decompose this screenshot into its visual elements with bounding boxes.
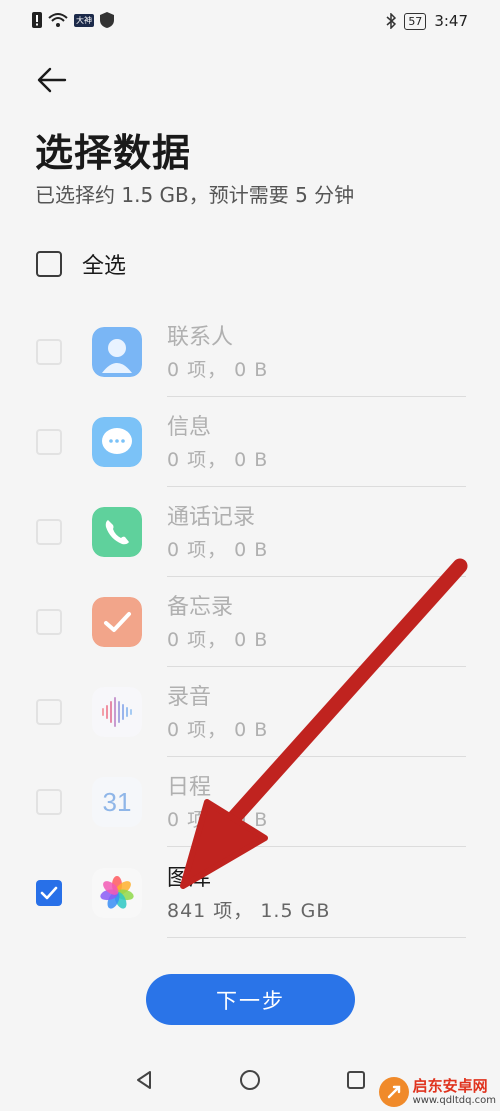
select-all-label: 全选 xyxy=(82,254,127,279)
contacts-icon xyxy=(92,327,142,377)
item-checkbox[interactable] xyxy=(36,339,62,365)
nav-back-button[interactable] xyxy=(124,1060,164,1100)
notes-icon xyxy=(92,597,142,647)
watermark-url: www.qdltdq.com xyxy=(412,1094,496,1106)
gallery-icon xyxy=(92,868,142,918)
back-button[interactable] xyxy=(30,58,74,102)
list-item-calendar[interactable]: 31 日程 0 项， 0 B xyxy=(0,757,500,847)
list-item-call-log[interactable]: 通话记录 0 项， 0 B xyxy=(0,487,500,577)
clock: 3:47 xyxy=(434,12,468,30)
divider xyxy=(167,937,466,938)
item-name: 通话记录 xyxy=(167,505,256,530)
wifi-icon xyxy=(48,13,68,27)
page-subtitle: 已选择约 1.5 GB，预计需要 5 分钟 xyxy=(35,183,355,207)
select-all-checkbox[interactable] xyxy=(36,251,62,277)
square-recents-icon xyxy=(347,1071,365,1089)
item-meta: 0 项， 0 B xyxy=(167,359,269,381)
shield-icon xyxy=(100,12,114,28)
item-checkbox[interactable] xyxy=(36,789,62,815)
list-item-contacts[interactable]: 联系人 0 项， 0 B xyxy=(0,307,500,397)
status-bar: 大神 57 3:47 xyxy=(0,0,500,44)
list-item-recorder[interactable]: 录音 0 项， 0 B xyxy=(0,667,500,757)
list-item-gallery[interactable]: 图库 841 项， 1.5 GB xyxy=(0,848,500,938)
calendar-day: 31 xyxy=(102,786,132,817)
status-icons-right: 57 3:47 xyxy=(386,12,468,30)
item-checkbox[interactable] xyxy=(36,609,62,635)
watermark-icon xyxy=(378,1077,409,1107)
recorder-icon xyxy=(92,687,142,737)
watermark-title: 启东安卓网 xyxy=(412,1077,488,1096)
select-all-row[interactable]: 全选 xyxy=(36,246,126,282)
list-item-messages[interactable]: 信息 0 项， 0 B xyxy=(0,397,500,487)
checkmark-icon xyxy=(40,886,58,900)
triangle-back-icon xyxy=(137,1071,151,1089)
status-icons-left: 大神 xyxy=(32,12,114,28)
phone-icon xyxy=(92,507,142,557)
divider xyxy=(167,846,466,847)
item-checkbox[interactable] xyxy=(36,699,62,725)
bluetooth-icon xyxy=(386,13,397,29)
page-title: 选择数据 xyxy=(35,131,192,175)
item-checkbox[interactable] xyxy=(36,519,62,545)
item-checkbox[interactable] xyxy=(36,429,62,455)
item-meta: 0 项， 0 B xyxy=(167,629,269,651)
item-name: 图库 xyxy=(167,866,212,891)
messages-icon xyxy=(92,417,142,467)
item-checkbox-checked[interactable] xyxy=(36,880,62,906)
item-name: 备忘录 xyxy=(167,595,234,620)
item-meta: 0 项， 0 B xyxy=(167,719,269,741)
list-item-notes[interactable]: 备忘录 0 项， 0 B xyxy=(0,577,500,667)
next-button[interactable]: 下一步 xyxy=(146,974,355,1025)
item-meta: 841 项， 1.5 GB xyxy=(167,900,331,922)
watermark-logo: 启东安卓网 www.qdltdq.com xyxy=(378,1077,496,1107)
back-arrow-icon xyxy=(37,67,67,93)
nav-recents-button[interactable] xyxy=(336,1060,376,1100)
item-meta: 0 项， 0 B xyxy=(167,539,269,561)
item-name: 信息 xyxy=(167,415,212,440)
circle-home-icon xyxy=(240,1070,260,1090)
nav-home-button[interactable] xyxy=(230,1060,270,1100)
item-name: 录音 xyxy=(167,685,212,710)
calendar-icon: 31 xyxy=(92,777,142,827)
carrier-badge: 大神 xyxy=(74,13,94,27)
item-name: 日程 xyxy=(167,775,212,800)
item-meta: 0 项， 0 B xyxy=(167,449,269,471)
item-name: 联系人 xyxy=(167,325,234,350)
alert-icon xyxy=(32,12,42,28)
battery-indicator: 57 xyxy=(404,12,427,30)
item-meta: 0 项， 0 B xyxy=(167,809,269,831)
